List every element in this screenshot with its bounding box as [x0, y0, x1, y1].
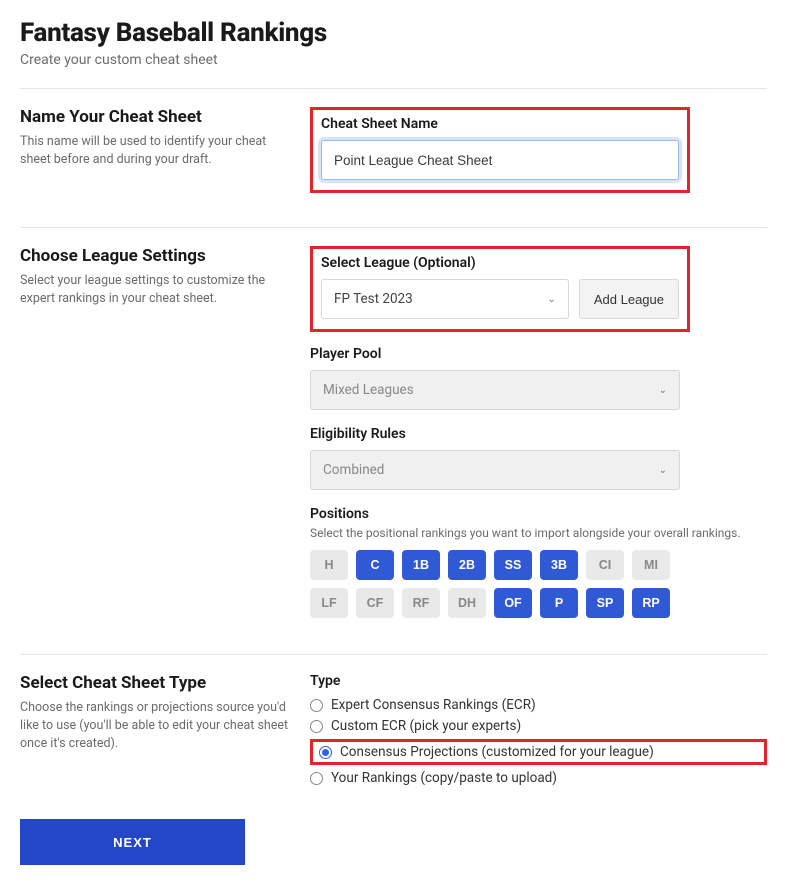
type-option-row[interactable]: Expert Consensus Rankings (ECR)	[310, 697, 767, 713]
type-options: Expert Consensus Rankings (ECR) Custom EC…	[310, 697, 767, 786]
divider	[20, 654, 767, 655]
divider	[20, 227, 767, 228]
position-toggle-ci[interactable]: CI	[586, 550, 624, 580]
type-field-label: Type	[310, 673, 767, 689]
divider	[20, 88, 767, 89]
cheat-sheet-name-label: Cheat Sheet Name	[321, 116, 679, 132]
position-toggle-p[interactable]: P	[540, 588, 578, 618]
eligibility-dropdown: Combined ⌄	[310, 450, 680, 490]
position-toggle-mi[interactable]: MI	[632, 550, 670, 580]
cheat-sheet-type-section: Select Cheat Sheet Type Choose the ranki…	[20, 673, 767, 791]
positions-label: Positions	[310, 506, 767, 522]
type-option-row[interactable]: Your Rankings (copy/paste to upload)	[310, 770, 767, 786]
page-subtitle: Create your custom cheat sheet	[20, 52, 767, 68]
position-toggle-3b[interactable]: 3B	[540, 550, 578, 580]
select-league-value: FP Test 2023	[334, 291, 413, 307]
position-toggle-sp[interactable]: SP	[586, 588, 624, 618]
position-toggle-c[interactable]: C	[356, 550, 394, 580]
cheat-sheet-name-input[interactable]	[321, 140, 679, 180]
position-toggle-rp[interactable]: RP	[632, 588, 670, 618]
type-option-row[interactable]: Consensus Projections (customized for yo…	[310, 739, 767, 765]
chevron-down-icon: ⌄	[659, 465, 667, 476]
add-league-button[interactable]: Add League	[579, 279, 679, 319]
chevron-down-icon: ⌄	[659, 385, 667, 396]
positions-desc: Select the positional rankings you want …	[310, 526, 767, 540]
position-toggle-dh[interactable]: DH	[448, 588, 486, 618]
section-heading-type: Select Cheat Sheet Type	[20, 673, 290, 693]
highlight-box-league: Select League (Optional) FP Test 2023 ⌄ …	[310, 246, 690, 332]
eligibility-label: Eligibility Rules	[310, 426, 680, 442]
position-toggle-ss[interactable]: SS	[494, 550, 532, 580]
position-toggle-rf[interactable]: RF	[402, 588, 440, 618]
eligibility-value: Combined	[323, 462, 384, 478]
radio-icon	[310, 772, 323, 785]
select-league-dropdown[interactable]: FP Test 2023 ⌄	[321, 279, 569, 319]
chevron-down-icon: ⌄	[547, 294, 555, 305]
next-button[interactable]: NEXT	[20, 819, 245, 865]
type-option-label: Consensus Projections (customized for yo…	[340, 744, 654, 760]
section-desc-league: Select your league settings to customize…	[20, 272, 290, 308]
type-option-label: Custom ECR (pick your experts)	[331, 718, 521, 734]
player-pool-label: Player Pool	[310, 346, 680, 362]
radio-icon	[310, 699, 323, 712]
position-toggle-2b[interactable]: 2B	[448, 550, 486, 580]
name-cheat-sheet-section: Name Your Cheat Sheet This name will be …	[20, 107, 767, 207]
page-title: Fantasy Baseball Rankings	[20, 18, 767, 48]
position-toggle-1b[interactable]: 1B	[402, 550, 440, 580]
select-league-label: Select League (Optional)	[321, 255, 679, 271]
positions-grid: HC 1B 2B SS 3B CI MI LF CF RF DH OF P SP RP	[310, 550, 710, 618]
player-pool-value: Mixed Leagues	[323, 382, 414, 398]
type-option-label: Expert Consensus Rankings (ECR)	[331, 697, 536, 713]
position-toggle-lf[interactable]: LF	[310, 588, 348, 618]
position-toggle-h[interactable]: H	[310, 550, 348, 580]
position-toggle-of[interactable]: OF	[494, 588, 532, 618]
section-desc-name: This name will be used to identify your …	[20, 133, 290, 169]
radio-icon	[319, 746, 332, 759]
player-pool-dropdown: Mixed Leagues ⌄	[310, 370, 680, 410]
section-heading-name: Name Your Cheat Sheet	[20, 107, 290, 127]
type-option-row[interactable]: Custom ECR (pick your experts)	[310, 718, 767, 734]
position-toggle-cf[interactable]: CF	[356, 588, 394, 618]
league-settings-section: Choose League Settings Select your leagu…	[20, 246, 767, 634]
highlight-box-name: Cheat Sheet Name	[310, 107, 690, 193]
radio-icon	[310, 720, 323, 733]
section-heading-league: Choose League Settings	[20, 246, 290, 266]
type-option-label: Your Rankings (copy/paste to upload)	[331, 770, 557, 786]
section-desc-type: Choose the rankings or projections sourc…	[20, 699, 290, 753]
